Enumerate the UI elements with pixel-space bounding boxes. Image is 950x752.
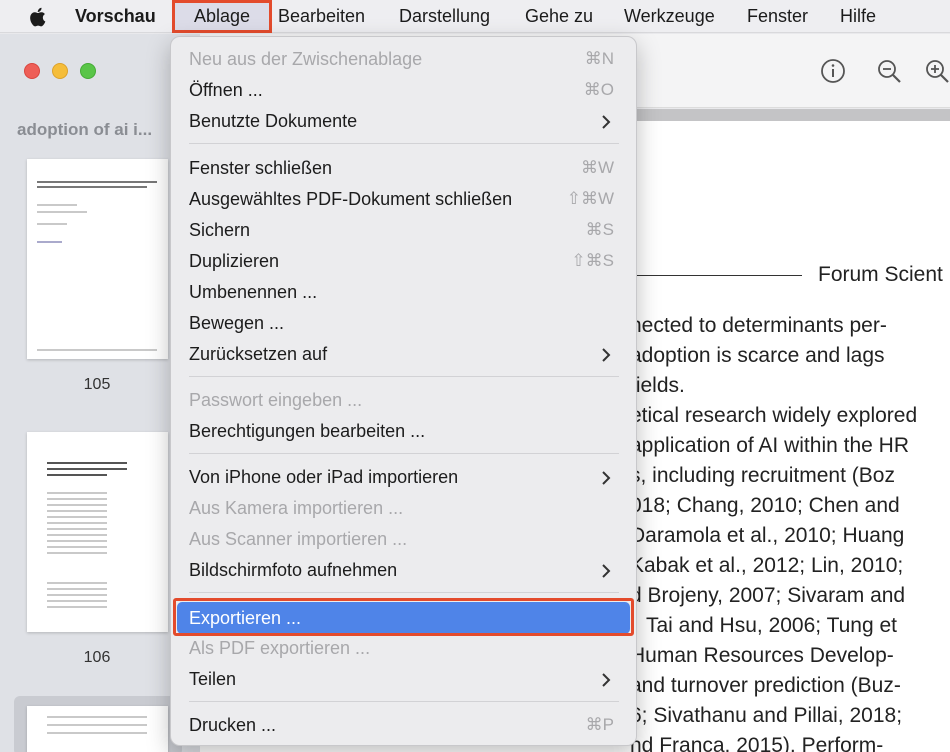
body-line: Daramola et al., 2010; Huang xyxy=(630,524,905,547)
menu-item-fenster-schliessen[interactable]: Fenster schließen ⌘W xyxy=(177,154,630,182)
info-icon[interactable] xyxy=(820,58,846,84)
menu-item-label: Zurücksetzen auf xyxy=(189,344,328,364)
chevron-right-icon xyxy=(602,673,611,687)
page-header: Forum Scient xyxy=(818,263,943,286)
menu-item-scanner-import[interactable]: Aus Scanner importieren ... xyxy=(177,525,630,553)
page-thumbnail-106[interactable] xyxy=(27,432,168,632)
menu-separator xyxy=(189,143,619,144)
window-zoom-button[interactable] xyxy=(80,63,96,79)
body-line: application of AI within the HR xyxy=(630,434,909,457)
header-rule xyxy=(630,275,802,276)
menu-separator xyxy=(189,453,619,454)
chevron-right-icon xyxy=(602,115,611,129)
body-line: etical research widely explored xyxy=(630,404,918,427)
body-line: nected to determinants per- xyxy=(630,314,887,337)
body-line: Tai and Hsu, 2006; Tung et xyxy=(646,614,898,637)
menu-item-umbenennen[interactable]: Umbenennen ... xyxy=(177,278,630,306)
menu-gehe-zu[interactable]: Gehe zu xyxy=(525,0,593,33)
body-line: and turnover prediction (Buz- xyxy=(630,674,901,697)
menu-item-duplizieren[interactable]: Duplizieren ⇧⌘S xyxy=(177,247,630,275)
body-line: Human Resources Develop- xyxy=(630,644,894,667)
menu-item-kamera-import[interactable]: Aus Kamera importieren ... xyxy=(177,494,630,522)
shortcut-label: ⇧⌘W xyxy=(566,189,614,208)
body-line: d Brojeny, 2007; Sivaram and xyxy=(630,584,906,607)
chevron-right-icon xyxy=(602,564,611,578)
menu-item-label: Von iPhone oder iPad importieren xyxy=(189,467,459,487)
menu-hilfe[interactable]: Hilfe xyxy=(840,0,876,33)
menu-item-berechtigungen[interactable]: Berechtigungen bearbeiten ... xyxy=(177,417,630,445)
menu-item-label: Aus Scanner importieren ... xyxy=(189,529,408,549)
window-minimize-button[interactable] xyxy=(52,63,68,79)
menu-item-label: Fenster schließen xyxy=(189,158,333,178)
shortcut-label: ⌘N xyxy=(584,49,614,68)
menu-item-label: Passwort eingeben ... xyxy=(189,390,363,410)
ablage-dropdown-menu: Neu aus der Zwischenablage ⌘N Öffnen ...… xyxy=(170,36,637,746)
menu-item-oeffnen[interactable]: Öffnen ... ⌘O xyxy=(177,76,630,104)
menu-item-label: Sichern xyxy=(189,220,251,240)
apple-icon[interactable] xyxy=(27,6,47,28)
menu-item-label: Berechtigungen bearbeiten ... xyxy=(189,421,426,441)
menu-item-label: Neu aus der Zwischenablage xyxy=(189,49,423,69)
body-line: 6; Sivathanu and Pillai, 2018; xyxy=(630,704,903,727)
body-line: 018; Chang, 2010; Chen and xyxy=(630,494,900,517)
zoom-out-icon[interactable] xyxy=(876,58,902,84)
menu-item-label: Öffnen ... xyxy=(189,80,263,100)
menu-bar: Vorschau Ablage Bearbeiten Darstellung G… xyxy=(0,0,950,33)
annotation-highlight-box xyxy=(173,598,634,636)
menu-item-label: Drucken ... xyxy=(189,715,277,735)
menu-darstellung[interactable]: Darstellung xyxy=(399,0,490,33)
menu-bearbeiten[interactable]: Bearbeiten xyxy=(278,0,365,33)
page-thumbnail-107[interactable] xyxy=(27,706,168,752)
document-title: adoption of ai i... xyxy=(17,120,153,139)
body-line: s, including recruitment (Boz xyxy=(630,464,895,487)
body-line: fields. xyxy=(630,374,685,397)
menu-item-label: Aus Kamera importieren ... xyxy=(189,498,404,518)
menu-item-bewegen[interactable]: Bewegen ... xyxy=(177,309,630,337)
menu-item-drucken[interactable]: Drucken ... ⌘P xyxy=(177,711,630,739)
menu-item-label: Als PDF exportieren ... xyxy=(189,638,371,658)
shortcut-label: ⌘W xyxy=(580,158,614,177)
menu-separator xyxy=(189,376,619,377)
shortcut-label: ⇧⌘S xyxy=(571,251,614,270)
menu-item-label: Duplizieren xyxy=(189,251,280,271)
body-line: Kabak et al., 2012; Lin, 2010; xyxy=(630,554,904,577)
shortcut-label: ⌘O xyxy=(583,80,614,99)
zoom-in-icon[interactable] xyxy=(924,58,950,84)
page-thumbnail-105[interactable] xyxy=(27,159,168,359)
window-close-button[interactable] xyxy=(24,63,40,79)
menu-separator xyxy=(189,592,619,593)
body-line: nd Franca, 2015), Perform- xyxy=(630,734,884,752)
page-number-106: 106 xyxy=(83,649,111,666)
shortcut-label: ⌘P xyxy=(585,715,614,734)
menu-fenster[interactable]: Fenster xyxy=(747,0,808,33)
menu-item-sichern[interactable]: Sichern ⌘S xyxy=(177,216,630,244)
shortcut-label: ⌘S xyxy=(585,220,614,239)
menu-item-label: Umbenennen ... xyxy=(189,282,318,302)
chevron-right-icon xyxy=(602,471,611,485)
menu-item-als-pdf-exportieren[interactable]: Als PDF exportieren ... xyxy=(177,634,630,662)
body-line: adoption is scarce and lags xyxy=(630,344,885,367)
menu-item-label: Teilen xyxy=(189,669,237,689)
menu-item-pdf-schliessen[interactable]: Ausgewähltes PDF-Dokument schließen ⇧⌘W xyxy=(177,185,630,213)
menu-separator xyxy=(189,701,619,702)
app-name-menu[interactable]: Vorschau xyxy=(75,0,156,33)
menu-item-label: Benutzte Dokumente xyxy=(189,111,358,131)
menu-item-benutzte-dokumente[interactable]: Benutzte Dokumente xyxy=(177,107,630,135)
menu-item-bildschirmfoto[interactable]: Bildschirmfoto aufnehmen xyxy=(177,556,630,584)
menu-ablage[interactable]: Ablage xyxy=(172,0,272,33)
menu-item-label: Bewegen ... xyxy=(189,313,285,333)
menu-item-teilen[interactable]: Teilen xyxy=(177,665,630,693)
menu-item-label: Bildschirmfoto aufnehmen xyxy=(189,560,398,580)
chevron-right-icon xyxy=(602,348,611,362)
menu-item-neu-aus-zwischenablage[interactable]: Neu aus der Zwischenablage ⌘N xyxy=(177,45,630,73)
page-number-105: 105 xyxy=(83,376,111,393)
menu-werkzeuge[interactable]: Werkzeuge xyxy=(624,0,715,33)
menu-item-zuruecksetzen[interactable]: Zurücksetzen auf xyxy=(177,340,630,368)
menu-item-passwort-eingeben[interactable]: Passwort eingeben ... xyxy=(177,386,630,414)
menu-item-iphone-import[interactable]: Von iPhone oder iPad importieren xyxy=(177,463,630,491)
menu-item-label: Ausgewähltes PDF-Dokument schließen xyxy=(189,189,513,209)
